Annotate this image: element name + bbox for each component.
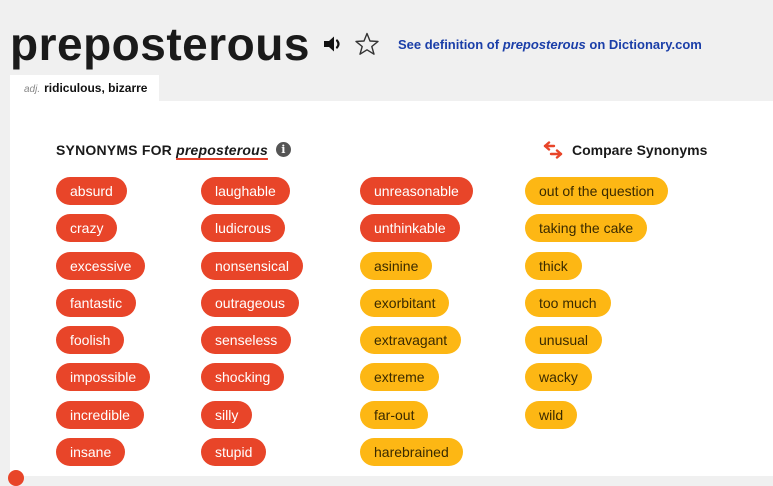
definition-link-prefix: See definition of (397, 36, 503, 52)
synonym-pill[interactable]: taking the cake (525, 214, 648, 243)
synonym-pill[interactable]: thick (525, 251, 582, 280)
synonyms-title: SYNONYMS FOR preposterous i (56, 142, 291, 158)
synonym-pill[interactable]: unreasonable (360, 177, 473, 205)
synonym-pill[interactable]: laughable (201, 177, 290, 205)
synonym-pill[interactable]: wacky (525, 363, 592, 392)
speaker-icon[interactable] (322, 33, 344, 55)
synonym-column-1: absurd crazy excessive fantastic foolish impo… (56, 177, 151, 475)
synonym-pill[interactable]: far-out (360, 400, 429, 429)
synonym-pill[interactable]: unthinkable (360, 214, 460, 243)
word-header: preposterous See definition of preposter… (10, 14, 702, 74)
synonym-pill[interactable]: incredible (56, 400, 144, 429)
headword: preposterous (10, 18, 310, 70)
sense-label: ridiculous, bizarre (44, 81, 148, 95)
synonym-pill[interactable]: insane (56, 438, 126, 467)
compare-arrows-icon (543, 141, 563, 159)
synonym-pill[interactable]: exorbitant (360, 288, 450, 317)
synonym-pill[interactable]: crazy (56, 214, 118, 243)
synonym-column-2: laughable ludicrous nonsensical outrageous s… (201, 177, 303, 475)
synonym-pill[interactable]: unusual (525, 326, 603, 355)
synonym-pill[interactable]: asinine (360, 251, 433, 280)
synonym-column-3: unreasonable unthinkable asinine exorbitant… (360, 177, 473, 475)
synonym-pill[interactable]: foolish (56, 326, 125, 355)
synonym-pill[interactable]: silly (201, 400, 253, 429)
synonym-pill[interactable]: out of the question (525, 177, 669, 205)
synonyms-panel: SYNONYMS FOR preposterous i Compare Synon… (10, 101, 773, 476)
synonym-pill[interactable]: absurd (56, 177, 127, 205)
synonym-pill[interactable]: ludicrous (201, 214, 286, 243)
synonym-pill[interactable]: extravagant (360, 326, 462, 355)
synonyms-title-prefix: SYNONYMS FOR (56, 142, 177, 158)
synonym-pill[interactable]: too much (525, 288, 611, 317)
definition-link-word: preposterous (502, 36, 586, 52)
synonym-pill[interactable]: impossible (56, 363, 151, 392)
synonym-pill[interactable]: excessive (56, 251, 146, 280)
synonym-pill[interactable]: nonsensical (201, 251, 303, 280)
synonym-pill[interactable]: extreme (360, 363, 439, 392)
compare-synonyms-label: Compare Synonyms (572, 142, 708, 158)
synonym-pill[interactable]: outrageous (201, 288, 300, 317)
star-icon[interactable] (354, 31, 380, 57)
info-icon[interactable]: i (275, 142, 291, 158)
synonyms-title-word: preposterous (176, 142, 268, 158)
feedback-badge[interactable] (8, 470, 24, 486)
synonym-pill[interactable]: wild (525, 400, 578, 429)
synonym-pill[interactable]: harebrained (360, 438, 463, 467)
synonym-pill[interactable]: stupid (201, 438, 267, 467)
part-of-speech: adj. (24, 84, 41, 95)
definition-link-suffix: on Dictionary.com (585, 36, 702, 52)
definition-link[interactable]: See definition of preposterous on Dictio… (398, 37, 702, 52)
synonym-pill[interactable]: shocking (201, 363, 285, 392)
synonym-column-4: out of the question taking the cake thick t… (525, 177, 669, 438)
synonym-pill[interactable]: senseless (201, 326, 292, 355)
compare-synonyms-button[interactable]: Compare Synonyms (542, 141, 707, 159)
sense-tab[interactable]: adj. ridiculous, bizarre (10, 75, 160, 103)
synonym-pill[interactable]: fantastic (56, 288, 137, 317)
